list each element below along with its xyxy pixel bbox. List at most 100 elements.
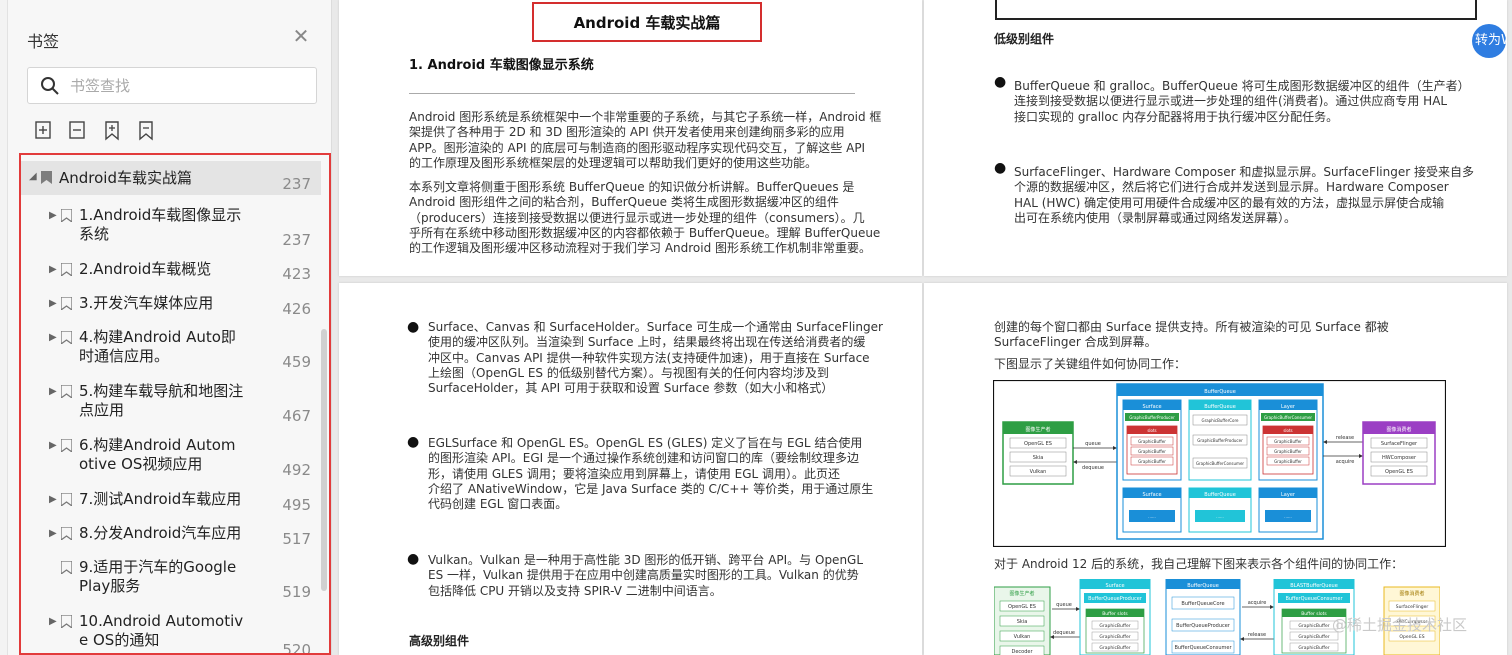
svg-text:......: ...... — [1216, 514, 1224, 519]
toc-item-6[interactable]: ▶ 6.构建Android Autom otive OS视频应用 492 — [21, 433, 321, 483]
expand-arrow-icon[interactable]: ▶ — [49, 440, 59, 451]
expand-arrow-icon[interactable]: ▶ — [49, 528, 59, 539]
svg-text:queue: queue — [1085, 441, 1101, 447]
toc-page: 237 — [282, 175, 311, 193]
toc-item-10[interactable]: ▶ 10.Android Automotiv e OS的通知 520 — [21, 609, 321, 653]
svg-text:GraphicBuffer: GraphicBuffer — [1138, 459, 1166, 464]
toc-label-line2: e OS的通知 — [79, 631, 160, 649]
toc-label: 3.开发汽车媒体应用 — [79, 294, 214, 312]
toc-label: 9.适用于汽车的Google — [79, 558, 237, 576]
svg-text:Surface: Surface — [1142, 404, 1161, 410]
svg-text:queue: queue — [1056, 602, 1072, 608]
producer-title: 图像生产者 — [1025, 426, 1050, 433]
svg-text:BufferQueueProducer: BufferQueueProducer — [1176, 623, 1231, 629]
bullet-icon: ● — [407, 319, 420, 335]
toc-label: Android车载实战篇 — [59, 169, 192, 187]
scrollbar[interactable] — [321, 329, 327, 591]
bookmark-tree: ◢ Android车载实战篇 237 ▶ 1.Android车载图像显示 系统 … — [19, 153, 331, 655]
svg-text:release: release — [1336, 435, 1354, 441]
document-view[interactable]: Android 车载实战篇 1. Android 车载图像显示系统 Androi… — [332, 0, 1512, 655]
paragraph: 下图显示了关键组件如何协同工作： — [994, 357, 1187, 371]
svg-text:GraphicBuffer: GraphicBuffer — [1138, 449, 1166, 454]
svg-text:BufferQueueConsumer: BufferQueueConsumer — [1285, 596, 1343, 602]
svg-text:release: release — [1248, 632, 1266, 638]
bookmark-sidebar: 书签 ✕ 书签查找 ◢ Android车载实战篇 237 ▶ 1.Android… — [8, 0, 332, 655]
paragraph: Surface、Canvas 和 SurfaceHolder。Surface 可… — [428, 320, 883, 396]
expand-arrow-icon[interactable]: ▶ — [49, 264, 59, 275]
expand-arrow-icon[interactable]: ▶ — [49, 298, 59, 309]
svg-text:......: ...... — [1148, 514, 1156, 519]
toc-page: 467 — [282, 407, 311, 425]
toc-item-7[interactable]: ▶ 7.测试Android车载应用 495 — [21, 487, 321, 517]
expand-all-icon[interactable] — [34, 120, 54, 142]
svg-text:图像消费者: 图像消费者 — [1386, 426, 1411, 433]
svg-text:GraphicBuffer: GraphicBuffer — [1099, 634, 1130, 640]
toc-label: 8.分发Android汽车应用 — [79, 524, 242, 542]
toc-page: 517 — [282, 530, 311, 548]
sidebar-title: 书签 — [27, 32, 60, 51]
expand-arrow-icon[interactable]: ▶ — [49, 332, 59, 343]
close-icon[interactable]: ✕ — [292, 26, 310, 46]
pdf-reader-window: 书签 ✕ 书签查找 ◢ Android车载实战篇 237 ▶ 1.Android… — [0, 0, 1512, 655]
toc-label: 1.Android车载图像显示 — [79, 206, 242, 224]
svg-text:dequeue: dequeue — [1053, 630, 1075, 636]
toc-label: 10.Android Automotiv — [79, 612, 244, 630]
toc-item-5[interactable]: ▶ 5.构建车载导航和地图注 点应用 467 — [21, 379, 321, 429]
expand-arrow-icon[interactable]: ▶ — [49, 210, 59, 221]
bookmark-icon — [61, 297, 72, 310]
section-heading: 高级别组件 — [409, 634, 470, 648]
toc-item-0[interactable]: ◢ Android车载实战篇 237 — [21, 161, 321, 195]
svg-text:BLASTBufferQueue: BLASTBufferQueue — [1290, 583, 1338, 589]
svg-text:......: ...... — [1284, 514, 1292, 519]
toc-page: 519 — [282, 583, 311, 601]
toc-label-line2: 时通信应用。 — [79, 347, 170, 365]
svg-text:GraphicBuffer: GraphicBuffer — [1298, 623, 1329, 629]
svg-text:BufferQueue: BufferQueue — [1204, 404, 1236, 410]
svg-text:GraphicBufferProducer: GraphicBufferProducer — [1129, 415, 1175, 420]
divider — [409, 93, 855, 94]
svg-text:BufferQueue: BufferQueue — [1204, 389, 1236, 395]
toc-item-3[interactable]: ▶ 3.开发汽车媒体应用 426 — [21, 291, 321, 321]
bookmark-search-box[interactable] — [27, 67, 317, 104]
toc-label-line2: 点应用 — [79, 401, 125, 419]
collapse-all-icon[interactable] — [68, 120, 88, 142]
toc-page: 423 — [282, 265, 311, 283]
svg-text:SurfaceFlinger: SurfaceFlinger — [1396, 604, 1429, 610]
toc-item-2[interactable]: ▶ 2.Android车载概览 423 — [21, 257, 321, 287]
paragraph: BufferQueue 和 gralloc。BufferQueue 将可生成图形… — [1014, 79, 1470, 124]
toc-item-1[interactable]: ▶ 1.Android车载图像显示 系统 237 — [21, 203, 321, 253]
toc-label: 7.测试Android车载应用 — [79, 490, 242, 508]
svg-text:Surface: Surface — [1142, 492, 1161, 498]
bookmark-icon[interactable] — [136, 120, 156, 142]
svg-text:GraphicBuffer: GraphicBuffer — [1099, 623, 1130, 629]
search-icon — [41, 77, 59, 95]
toc-item-4[interactable]: ▶ 4.构建Android Auto即 时通信应用。 459 — [21, 325, 321, 375]
toc-page: 459 — [282, 353, 311, 371]
bookmark-icon — [61, 615, 72, 628]
toc-label: 2.Android车载概览 — [79, 260, 212, 278]
convert-to-word-button[interactable]: 转为W — [1472, 24, 1506, 58]
bookmark-icon — [61, 493, 72, 506]
svg-text:Skia: Skia — [1017, 619, 1028, 625]
bullet-icon: ● — [994, 74, 1007, 90]
toc-item-9[interactable]: 9.适用于汽车的Google Play服务 519 — [21, 555, 321, 605]
bookmark-icon — [61, 561, 72, 574]
toc-label: 4.构建Android Auto即 — [79, 328, 236, 346]
expand-arrow-icon[interactable]: ▶ — [49, 386, 59, 397]
bookmark-icon — [61, 263, 72, 276]
collapse-arrow-icon[interactable]: ◢ — [29, 171, 39, 182]
svg-text:acquire: acquire — [1248, 600, 1267, 606]
add-bookmark-icon[interactable] — [102, 120, 122, 142]
svg-text:GraphicBuffer: GraphicBuffer — [1298, 645, 1329, 651]
svg-text:Vulkan: Vulkan — [1030, 469, 1047, 475]
svg-text:Buffer slots: Buffer slots — [1301, 611, 1327, 617]
svg-text:Surface: Surface — [1105, 583, 1124, 589]
graphics-architecture-diagram: 图像生产者 OpenGL ES Skia Vulkan queue dequeu… — [993, 380, 1446, 547]
svg-text:Vulkan: Vulkan — [1014, 634, 1031, 640]
svg-text:GraphicBufferCore: GraphicBufferCore — [1202, 418, 1240, 423]
expand-arrow-icon[interactable]: ▶ — [49, 616, 59, 627]
expand-arrow-icon[interactable]: ▶ — [49, 494, 59, 505]
svg-text:OpenGL ES: OpenGL ES — [1008, 604, 1036, 610]
bookmark-search-input[interactable] — [70, 74, 305, 98]
toc-item-8[interactable]: ▶ 8.分发Android汽车应用 517 — [21, 521, 321, 551]
